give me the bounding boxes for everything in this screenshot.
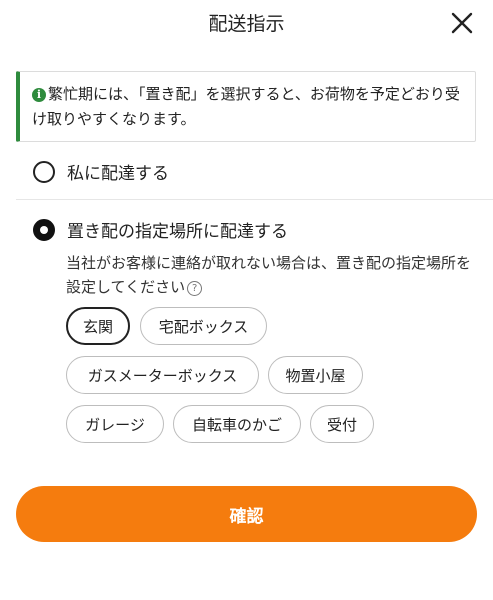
dialog-header: 配送指示	[0, 0, 493, 52]
option-deliver-to-me[interactable]: 私に配達する	[33, 159, 169, 184]
info-icon: i	[32, 88, 46, 102]
chip-bicycle-basket[interactable]: 自転車のかご	[173, 405, 301, 443]
help-circle-icon[interactable]: ?	[187, 281, 203, 296]
notice-text: 繁忙期には、「置き配」を選択すると、お荷物を予定どおり受け取りやすくなります。	[32, 85, 460, 128]
option-label-deliver-to-me: 私に配達する	[67, 164, 169, 184]
option-deliver-to-placement[interactable]: 置き配の指定場所に配達する	[33, 217, 288, 242]
chip-storage-shed[interactable]: 物置小屋	[268, 356, 363, 394]
chip-delivery-box[interactable]: 宅配ボックス	[140, 307, 267, 345]
close-icon	[451, 12, 473, 34]
busy-season-notice: i 繁忙期には、「置き配」を選択すると、お荷物を予定どおり受け取りやすくなります。	[16, 71, 476, 142]
chip-reception[interactable]: 受付	[310, 405, 374, 443]
divider	[16, 199, 493, 200]
chip-entrance[interactable]: 玄関	[66, 307, 130, 345]
option-label-deliver-to-placement: 置き配の指定場所に配達する	[67, 222, 288, 242]
chip-gas-meter-box[interactable]: ガスメーターボックス	[66, 356, 259, 394]
confirm-button[interactable]: 確認	[16, 486, 477, 542]
placement-description: 当社がお客様に連絡が取れない場合は、置き配の指定場所を設定してください?	[66, 251, 476, 299]
radio-deliver-to-me[interactable]	[33, 160, 55, 183]
placement-description-text: 当社がお客様に連絡が取れない場合は、置き配の指定場所を設定してください	[66, 254, 472, 296]
radio-deliver-to-placement[interactable]	[33, 218, 55, 241]
chip-garage[interactable]: ガレージ	[66, 405, 164, 443]
dialog-title: 配送指示	[208, 13, 285, 35]
close-button[interactable]	[447, 8, 477, 38]
